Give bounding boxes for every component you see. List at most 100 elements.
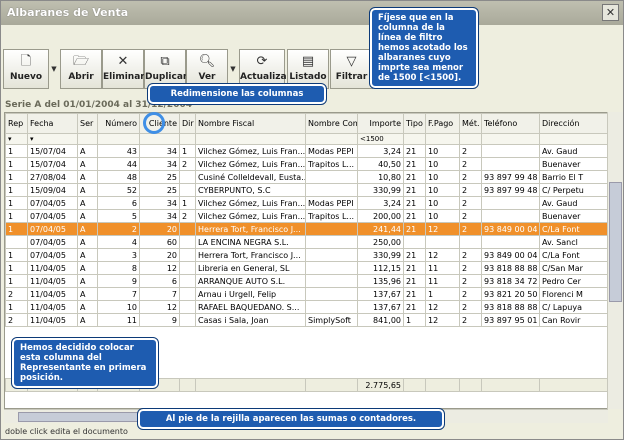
column-header[interactable]: F.Pago bbox=[425, 113, 460, 134]
delete-button[interactable]: ✕ Eliminar bbox=[102, 49, 145, 89]
filter-cell[interactable] bbox=[539, 133, 607, 145]
column-header[interactable]: Mét. bbox=[459, 113, 482, 134]
filter-cell[interactable] bbox=[195, 133, 306, 145]
filter-cell[interactable]: ▾ bbox=[27, 133, 78, 145]
empty-cell bbox=[482, 366, 540, 379]
table-cell: 21 bbox=[403, 261, 426, 275]
column-header[interactable]: Dirección bbox=[539, 113, 607, 134]
column-header[interactable]: Nombre Comercial bbox=[305, 113, 358, 134]
status-bar-text: doble click edita el documento bbox=[5, 427, 128, 436]
table-cell: Barrio El T bbox=[539, 170, 607, 184]
table-cell: LA ENCINA NEGRA S.L. bbox=[195, 235, 306, 249]
filter-cell[interactable] bbox=[425, 133, 460, 145]
table-cell: 2 bbox=[459, 248, 482, 262]
column-header[interactable]: Teléfono bbox=[481, 113, 540, 134]
empty-cell bbox=[404, 340, 426, 353]
column-header[interactable]: Importe bbox=[357, 113, 404, 134]
column-header[interactable]: Nombre Fiscal bbox=[195, 113, 306, 134]
table-cell: 10 bbox=[425, 209, 460, 223]
column-header[interactable]: Dir bbox=[179, 113, 196, 134]
table-row[interactable]: 1 15/07/04 A 44 34 2 Vilchez Gómez, Luis Fran.… bbox=[5, 157, 607, 171]
table-cell: 2 bbox=[459, 209, 482, 223]
table-cell: Cusiné Colleldevall, Eusta... bbox=[195, 170, 306, 184]
grid-header-row: Rep Fecha Ser Número Cliente Dir Nombre Fiscal… bbox=[5, 113, 607, 134]
table-cell: 3,24 bbox=[357, 144, 404, 158]
table-row[interactable]: 1 15/09/04 A 52 25 CYBERPUNTO, S.C 330,99 21 10 2… bbox=[5, 183, 607, 197]
grid-filter-row[interactable]: ▾ ▾ <1500 bbox=[5, 133, 607, 145]
table-row[interactable]: 1 07/04/05 A 3 20 Herrera Tort, Francisco J..… bbox=[5, 248, 607, 262]
table-cell bbox=[305, 261, 358, 275]
column-header[interactable]: Número bbox=[97, 113, 140, 134]
new-dropdown-arrow[interactable]: ▼ bbox=[49, 49, 59, 89]
table-cell: 135,96 bbox=[357, 274, 404, 288]
table-row[interactable]: 1 07/04/05 A 6 34 1 Vilchez Gómez, Luis Fran..… bbox=[5, 196, 607, 210]
column-header[interactable]: Ser bbox=[77, 113, 98, 134]
table-cell: 8 bbox=[97, 261, 140, 275]
column-header[interactable]: Fecha bbox=[27, 113, 78, 134]
list-button[interactable]: ▤ Listado bbox=[287, 49, 329, 89]
filter-cell[interactable] bbox=[77, 133, 98, 145]
filter-cell[interactable]: <1500 bbox=[357, 133, 404, 145]
table-cell: 12 bbox=[425, 300, 460, 314]
table-cell: CYBERPUNTO, S.C bbox=[195, 183, 306, 197]
table-cell bbox=[179, 235, 196, 249]
table-row[interactable]: 1 11/04/05 A 9 6 ARRANQUE AUTO S.L. 135,96 21 11… bbox=[5, 274, 607, 288]
table-cell bbox=[305, 300, 358, 314]
duplicate-button[interactable]: ⧉ Duplicar bbox=[144, 49, 187, 89]
vertical-scrollbar[interactable] bbox=[607, 112, 623, 409]
open-folder-icon: 🗁 bbox=[72, 54, 90, 69]
table-row[interactable]: 1 11/04/05 A 8 12 Libreria en General, SL 112,… bbox=[5, 261, 607, 275]
table-cell: 93 849 00 04 bbox=[481, 248, 540, 262]
table-cell: Florenci M bbox=[539, 287, 607, 301]
table-cell: Vilchez Gómez, Luis Fran... bbox=[195, 196, 306, 210]
table-cell: 21 bbox=[403, 300, 426, 314]
open-button[interactable]: 🗁 Abrir bbox=[60, 49, 102, 89]
column-header[interactable]: Tipo bbox=[403, 113, 426, 134]
column-header[interactable]: Rep bbox=[5, 113, 28, 134]
table-row[interactable]: 1 11/04/05 A 10 12 RAFAEL BAQUEDANO. S... 137,… bbox=[5, 300, 607, 314]
filter-button[interactable]: ▽ Filtrar bbox=[330, 49, 373, 89]
table-cell: 11/04/05 bbox=[27, 274, 78, 288]
filter-cell[interactable]: ▾ bbox=[5, 133, 28, 145]
table-cell: 12 bbox=[425, 248, 460, 262]
table-row[interactable]: 1 27/08/04 A 48 25 Cusiné Colleldevall, Eusta… bbox=[5, 170, 607, 184]
table-cell: 93 818 88 88 bbox=[481, 300, 540, 314]
table-row[interactable]: 1 15/07/04 A 43 34 1 Vilchez Gómez, Luis Fran.… bbox=[5, 144, 607, 158]
table-row[interactable]: 1 07/04/05 A 2 20 Herrera Tort, Francisco J..… bbox=[5, 222, 607, 236]
filter-cell[interactable] bbox=[305, 133, 358, 145]
table-cell: 1 bbox=[5, 144, 28, 158]
preview-button[interactable]: 🔍︎ Ver bbox=[186, 49, 228, 89]
table-cell: 2 bbox=[459, 287, 482, 301]
empty-cell bbox=[180, 340, 196, 353]
empty-cell bbox=[460, 366, 482, 379]
preview-dropdown-arrow[interactable]: ▼ bbox=[228, 49, 238, 89]
table-row[interactable]: 1 07/04/05 A 5 34 2 Vilchez Gómez, Luis Fran..… bbox=[5, 209, 607, 223]
table-cell: Trapitos L... bbox=[305, 157, 358, 171]
empty-cell bbox=[306, 327, 358, 340]
vertical-scroll-thumb[interactable] bbox=[609, 182, 622, 302]
filter-cell[interactable] bbox=[481, 133, 540, 145]
filter-cell[interactable] bbox=[97, 133, 140, 145]
table-cell: 2 bbox=[179, 157, 196, 171]
table-row[interactable]: 2 11/04/05 A 7 7 Arnau i Urgell, Felip 137,67 2… bbox=[5, 287, 607, 301]
table-cell: 21 bbox=[403, 157, 426, 171]
table-cell: 2 bbox=[459, 183, 482, 197]
close-button[interactable]: ✕ bbox=[602, 4, 619, 21]
filter-cell[interactable] bbox=[403, 133, 426, 145]
table-row[interactable]: 2 11/04/05 A 11 9 Casas i Sala, Joan SimplySof… bbox=[5, 313, 607, 327]
table-cell: 34 bbox=[139, 196, 180, 210]
table-cell: 07/04/05 bbox=[27, 222, 78, 236]
table-cell bbox=[481, 157, 540, 171]
table-cell bbox=[179, 170, 196, 184]
filter-cell[interactable] bbox=[139, 133, 180, 145]
table-cell bbox=[403, 235, 426, 249]
table-cell: 1 bbox=[5, 209, 28, 223]
table-row[interactable]: 07/04/05 A 4 60 LA ENCINA NEGRA S.L. 250,00 Av… bbox=[5, 235, 607, 249]
new-button[interactable]: 🗋 Nuevo bbox=[3, 49, 49, 89]
preview-icon: 🔍︎ bbox=[198, 54, 216, 69]
filter-cell[interactable] bbox=[459, 133, 482, 145]
totals-cell bbox=[425, 378, 460, 392]
title-bar[interactable]: Albaranes de Venta ✕ bbox=[1, 1, 623, 25]
refresh-button[interactable]: ⟳ Actualizar bbox=[239, 49, 291, 89]
filter-cell[interactable] bbox=[179, 133, 196, 145]
